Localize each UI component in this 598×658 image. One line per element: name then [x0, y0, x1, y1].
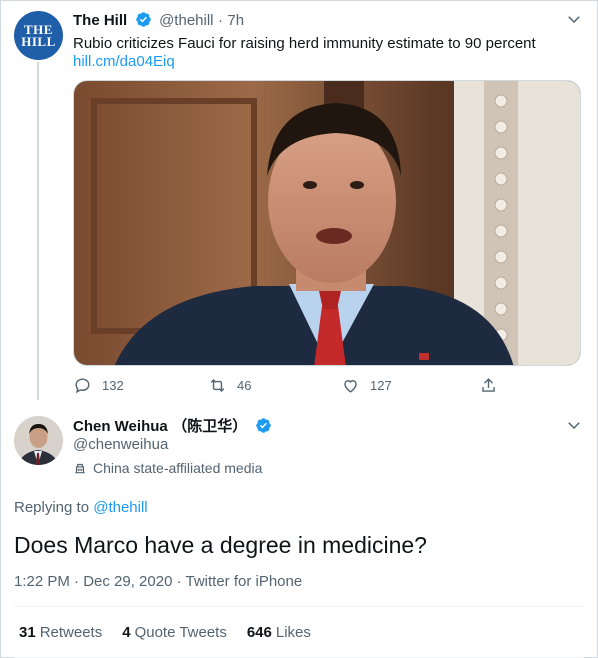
chevron-down-icon[interactable] — [565, 416, 583, 434]
tweet-text: Rubio criticizes Fauci for raising herd … — [73, 35, 536, 52]
quote-count: 4 — [122, 624, 131, 641]
likes-count: 646 — [246, 624, 272, 641]
share-icon — [482, 378, 495, 392]
retweets-count: 31 — [19, 624, 36, 641]
avatar-photo — [14, 416, 63, 465]
divider — [14, 606, 584, 607]
author-name[interactable]: The Hill — [73, 12, 127, 29]
retweet-icon — [210, 378, 225, 393]
avatar-text-line-2: HILL — [21, 33, 56, 49]
avatar-thehill[interactable]: THE HILL — [14, 11, 63, 60]
state-media-label[interactable]: China state-affiliated media — [73, 460, 262, 476]
retweet-action[interactable]: 46 — [208, 376, 251, 395]
retweets-label: Retweets — [39, 624, 103, 641]
photo-rubio — [74, 81, 580, 365]
reply-count: 132 — [102, 378, 124, 393]
thread-line — [37, 62, 39, 400]
author-name-cjk[interactable]: （陈卫华） — [172, 418, 247, 435]
likes-stat[interactable]: 646 Likes — [247, 624, 311, 641]
verified-badge-icon — [255, 418, 271, 433]
building-icon — [75, 463, 85, 474]
reply-icon — [75, 378, 90, 394]
like-action[interactable]: 127 — [341, 376, 392, 395]
tweet-header-thehill: The Hill @thehill · 7h — [73, 11, 244, 30]
main-tweet-text: Does Marco have a degree in medicine? — [14, 532, 427, 558]
replying-to-handle[interactable]: @thehill — [93, 499, 147, 516]
retweet-count: 46 — [237, 378, 252, 393]
likes-label: Likes — [275, 624, 311, 641]
engagement-stats: 31 Retweets 4 Quote Tweets 646 Likes — [19, 624, 331, 641]
tweet-header-chenweihua: Chen Weihua （陈卫华） — [73, 415, 275, 436]
author-handle[interactable]: @thehill — [159, 12, 213, 29]
share-action[interactable] — [479, 376, 508, 395]
like-count: 127 — [370, 378, 392, 393]
state-media-text: China state-affiliated media — [93, 460, 263, 476]
author-handle[interactable]: @chenweihua — [73, 436, 168, 453]
author-name[interactable]: Chen Weihua — [73, 418, 168, 435]
separator-dot: · — [217, 12, 223, 29]
verified-badge-icon — [135, 12, 151, 27]
replying-to: Replying to @thehill — [14, 499, 148, 516]
avatar-chenweihua[interactable] — [14, 416, 63, 465]
replying-to-prefix: Replying to — [14, 499, 90, 516]
reply-action[interactable]: 132 — [73, 376, 124, 395]
tweet-time[interactable]: 7h — [227, 12, 244, 29]
tweet-media-image[interactable] — [73, 80, 581, 366]
tweet-link[interactable]: hill.cm/da04Eiq — [73, 53, 175, 70]
quote-label: Quote Tweets — [134, 624, 227, 641]
quote-tweets-stat[interactable]: 4 Quote Tweets — [122, 624, 227, 641]
tweet-timestamp[interactable]: 1:22 PM · Dec 29, 2020 · Twitter for iPh… — [14, 573, 302, 590]
retweets-stat[interactable]: 31 Retweets — [19, 624, 102, 641]
chevron-down-icon[interactable] — [565, 10, 583, 28]
like-icon — [344, 380, 357, 393]
